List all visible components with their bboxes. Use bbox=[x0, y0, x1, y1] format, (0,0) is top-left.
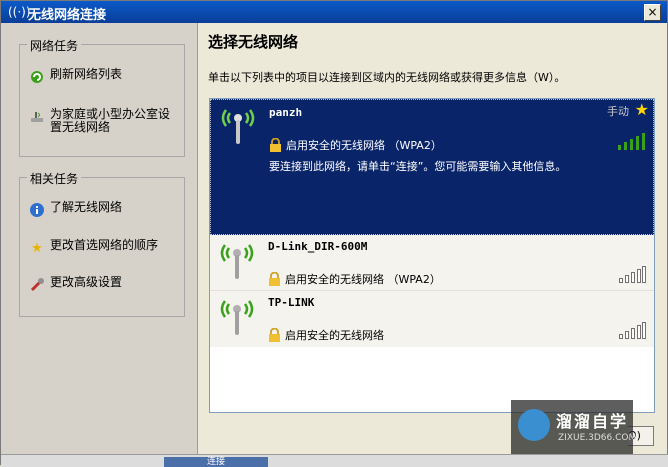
lock-icon bbox=[270, 138, 281, 152]
security-text: 启用安全的无线网络 （WPA2） bbox=[285, 273, 441, 286]
wireless-antenna-icon bbox=[220, 244, 254, 279]
info-icon bbox=[28, 201, 46, 219]
advanced-settings-task[interactable]: 更改高级设置 bbox=[28, 276, 180, 294]
wireless-connections-window: ((·)) 无线网络连接 × 网络任务 刷新网络列表 为家庭或小型办公室设置无线… bbox=[0, 0, 668, 467]
preferred-star-icon: ★ bbox=[634, 100, 649, 119]
signal-strength-icon bbox=[619, 266, 646, 283]
related-tasks-title: 相关任务 bbox=[27, 170, 82, 187]
change-order-task[interactable]: ★ 更改首选网络的顺序 bbox=[28, 239, 180, 257]
network-tasks-title: 网络任务 bbox=[27, 37, 82, 54]
title-bar[interactable]: ((·)) 无线网络连接 × bbox=[1, 1, 667, 23]
signal-strength-icon bbox=[618, 133, 645, 150]
star-icon: ★ bbox=[31, 240, 43, 256]
task-sidebar: 网络任务 刷新网络列表 为家庭或小型办公室设置无线网络 相关任务 了解无线网络 … bbox=[1, 23, 198, 464]
security-text: 启用安全的无线网络 bbox=[285, 329, 384, 342]
network-item-dlink[interactable]: D-Link_DIR-600M 启用安全的无线网络 （WPA2） bbox=[210, 235, 654, 291]
security-row: 启用安全的无线网络 （WPA2） bbox=[269, 137, 442, 153]
security-row: 启用安全的无线网络 bbox=[268, 327, 384, 343]
settings-icon bbox=[28, 276, 46, 294]
security-text: 启用安全的无线网络 （WPA2） bbox=[286, 139, 442, 152]
refresh-icon bbox=[28, 68, 46, 86]
refresh-network-list-label: 刷新网络列表 bbox=[50, 67, 123, 81]
network-ssid: TP-LINK bbox=[268, 296, 315, 309]
main-area: 选择无线网络 单击以下列表中的项目以连接到区域内的无线网络或获得更多信息（W）。… bbox=[198, 23, 667, 464]
connect-hint-text: 要连接到此网络，请单击“连接”。您可能需要输入其他信息。 bbox=[269, 160, 567, 173]
signal-strength-icon bbox=[619, 322, 646, 339]
page-title: 选择无线网络 bbox=[208, 33, 299, 51]
learn-wireless-task[interactable]: 了解无线网络 bbox=[28, 201, 180, 219]
lock-icon bbox=[269, 328, 280, 342]
change-order-label: 更改首选网络的顺序 bbox=[50, 238, 159, 252]
setup-wireless-task[interactable]: 为家庭或小型办公室设置无线网络 bbox=[28, 108, 180, 134]
wireless-icon: ((·)) bbox=[8, 5, 31, 19]
watermark-subtitle: ZIXUE.3D66.COM bbox=[558, 433, 637, 443]
network-ssid: panzh bbox=[269, 106, 303, 119]
watermark: 溜溜自学 ZIXUE.3D66.COM bbox=[511, 400, 637, 454]
learn-wireless-label: 了解无线网络 bbox=[50, 200, 123, 214]
connection-mode: 手动 bbox=[607, 105, 629, 118]
lock-icon bbox=[269, 272, 280, 286]
advanced-settings-label: 更改高级设置 bbox=[50, 275, 123, 289]
taskbar: 连接 bbox=[1, 454, 668, 467]
setup-wireless-icon bbox=[28, 108, 46, 126]
close-button[interactable]: × bbox=[644, 4, 661, 21]
network-tasks-panel: 网络任务 刷新网络列表 为家庭或小型办公室设置无线网络 bbox=[19, 37, 185, 157]
watermark-logo-icon bbox=[518, 409, 550, 441]
watermark-title: 溜溜自学 bbox=[556, 412, 629, 431]
wireless-antenna-icon bbox=[220, 300, 254, 335]
refresh-network-list-task[interactable]: 刷新网络列表 bbox=[28, 68, 180, 86]
network-item-panzh[interactable]: panzh 手动 ★ 启用安全的无线网络 （WPA2） 要连接到此网络，请单击“… bbox=[210, 99, 654, 235]
network-item-tplink[interactable]: TP-LINK 启用安全的无线网络 bbox=[210, 291, 654, 347]
related-tasks-panel: 相关任务 了解无线网络 ★ 更改首选网络的顺序 更改高级设置 bbox=[19, 170, 185, 317]
network-list[interactable]: panzh 手动 ★ 启用安全的无线网络 （WPA2） 要连接到此网络，请单击“… bbox=[209, 98, 655, 413]
window-title: 无线网络连接 bbox=[28, 8, 107, 23]
security-row: 启用安全的无线网络 （WPA2） bbox=[268, 271, 441, 287]
instruction-text: 单击以下列表中的项目以连接到区域内的无线网络或获得更多信息（W）。 bbox=[208, 71, 566, 84]
network-ssid: D-Link_DIR-600M bbox=[268, 240, 368, 253]
taskbar-button[interactable]: 连接 bbox=[164, 457, 268, 467]
wireless-antenna-icon bbox=[221, 109, 255, 144]
setup-wireless-label: 为家庭或小型办公室设置无线网络 bbox=[50, 107, 171, 134]
